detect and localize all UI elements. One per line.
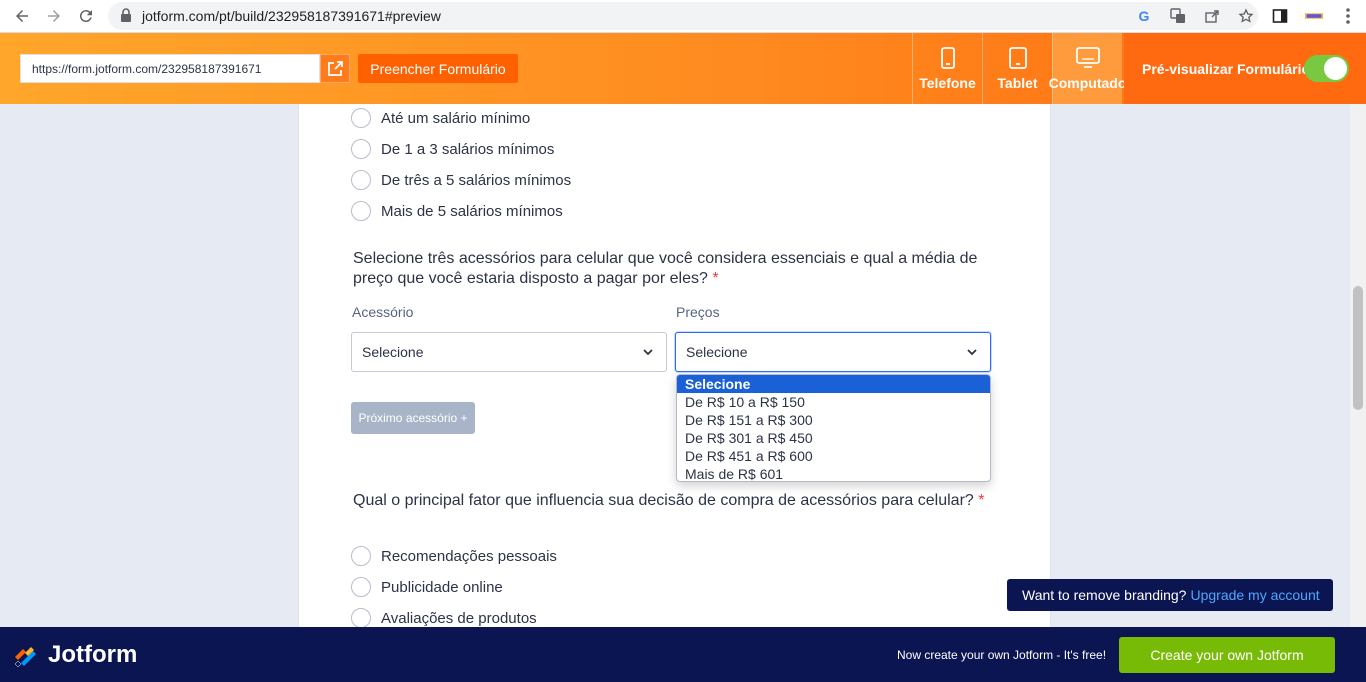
- phone-icon: [940, 47, 955, 69]
- radio-button[interactable]: [351, 546, 371, 566]
- income-option[interactable]: Mais de 5 salários mínimos: [351, 200, 563, 222]
- dropdown-option[interactable]: De R$ 301 a R$ 450: [677, 429, 990, 447]
- accessory-question: Selecione três acessórios para celular q…: [353, 249, 1003, 289]
- address-bar[interactable]: jotform.com/pt/build/232958187391671#pre…: [108, 2, 1258, 30]
- address-text: jotform.com/pt/build/232958187391671#pre…: [142, 8, 441, 24]
- device-tablet-button[interactable]: Tablet: [982, 33, 1052, 104]
- option-label: Mais de 5 salários mínimos: [381, 202, 563, 220]
- dropdown-option-selected[interactable]: Selecione: [677, 375, 990, 393]
- radio-button[interactable]: [351, 608, 371, 628]
- branding-text: Want to remove branding?: [1022, 587, 1187, 603]
- question-text: Qual o principal fator que influencia su…: [353, 492, 974, 509]
- chevron-down-icon: [643, 349, 653, 356]
- jotform-preview-toolbar: https://form.jotform.com/232958187391671…: [0, 33, 1366, 104]
- reload-icon: [79, 10, 92, 23]
- factor-option[interactable]: Recomendações pessoais: [351, 545, 557, 567]
- option-label: De 1 a 3 salários mínimos: [381, 140, 555, 158]
- logo-text: Jotform: [48, 641, 138, 668]
- jotform-logo[interactable]: Jotform: [12, 641, 137, 669]
- question-text: Selecione três acessórios para celular q…: [353, 250, 978, 287]
- toggle-knob: [1324, 57, 1347, 80]
- required-mark: *: [978, 492, 985, 509]
- chevron-down-icon: [967, 349, 977, 356]
- device-phone-label: Telefone: [919, 75, 976, 91]
- google-icon[interactable]: G: [1134, 6, 1154, 26]
- accessory-column-label: Acessório: [352, 304, 414, 320]
- option-label: De três a 5 salários mínimos: [381, 171, 572, 189]
- preview-label: Pré-visualizar Formulário: [1142, 60, 1311, 77]
- preview-toggle[interactable]: [1304, 55, 1349, 82]
- arrow-right-icon: [48, 10, 60, 22]
- price-select[interactable]: Selecione: [675, 332, 991, 372]
- factor-option[interactable]: Publicidade online: [351, 576, 503, 598]
- preview-toggle-area: Pré-visualizar Formulário: [1124, 33, 1366, 104]
- open-link-button[interactable]: [320, 54, 350, 83]
- remove-branding-banner: Want to remove branding? Upgrade my acco…: [1007, 579, 1333, 611]
- device-tablet-label: Tablet: [997, 75, 1038, 91]
- device-phone-button[interactable]: Telefone: [912, 33, 982, 104]
- share-icon[interactable]: [1202, 6, 1222, 26]
- reload-button[interactable]: [70, 0, 102, 32]
- jotform-logo-icon: [14, 647, 36, 668]
- dropdown-option[interactable]: De R$ 10 a R$ 150: [677, 393, 990, 411]
- browser-extensions: G: [1134, 0, 1358, 32]
- forward-button[interactable]: [38, 0, 70, 32]
- select-value: Selecione: [362, 344, 424, 360]
- upgrade-account-link[interactable]: Upgrade my account: [1190, 587, 1319, 603]
- menu-icon[interactable]: [1338, 6, 1358, 26]
- dropdown-option[interactable]: Mais de R$ 601: [677, 465, 990, 481]
- factor-option[interactable]: Avaliações de produtos: [351, 607, 537, 629]
- tablet-icon: [1008, 47, 1027, 69]
- extension-badge-icon[interactable]: [1304, 6, 1324, 26]
- footer-tagline: Now create your own Jotform - It's free!: [897, 648, 1107, 662]
- arrow-left-icon: [16, 10, 28, 22]
- form-url-field[interactable]: https://form.jotform.com/232958187391671: [20, 54, 320, 83]
- accessory-select[interactable]: Selecione: [351, 332, 667, 372]
- browser-toolbar: jotform.com/pt/build/232958187391671#pre…: [0, 0, 1366, 33]
- radio-button[interactable]: [351, 201, 371, 221]
- option-label: Recomendações pessoais: [381, 547, 557, 565]
- jotform-footer: Jotform Now create your own Jotform - It…: [0, 627, 1366, 682]
- option-label: Até um salário mínimo: [381, 109, 531, 127]
- translate-icon[interactable]: [1168, 6, 1188, 26]
- external-link-icon: [328, 60, 343, 76]
- radio-button[interactable]: [351, 577, 371, 597]
- monitor-icon: [1075, 47, 1100, 68]
- option-label: Publicidade online: [381, 578, 503, 596]
- radio-button[interactable]: [351, 139, 371, 159]
- page-scrollbar[interactable]: [1350, 104, 1366, 627]
- next-accessory-button[interactable]: Próximo acessório +: [351, 402, 475, 434]
- option-label: Avaliações de produtos: [381, 609, 537, 627]
- dropdown-option[interactable]: De R$ 151 a R$ 300: [677, 411, 990, 429]
- factor-question: Qual o principal fator que influencia su…: [353, 491, 1003, 511]
- income-option[interactable]: Até um salário mínimo: [351, 107, 530, 129]
- device-switcher: Telefone Tablet Computado: [912, 33, 1126, 104]
- dropdown-option[interactable]: De R$ 451 a R$ 600: [677, 447, 990, 465]
- radio-button[interactable]: [351, 108, 371, 128]
- fill-form-button[interactable]: Preencher Formulário: [358, 54, 518, 83]
- star-icon[interactable]: [1236, 6, 1256, 26]
- select-value: Selecione: [686, 344, 748, 360]
- form-card: Até um salário mínimo De 1 a 3 salários …: [298, 104, 1051, 629]
- back-button[interactable]: [6, 0, 38, 32]
- prices-column-label: Preços: [676, 304, 720, 320]
- lock-icon: [120, 7, 132, 25]
- device-desktop-button[interactable]: Computado: [1049, 33, 1126, 104]
- income-option[interactable]: De 1 a 3 salários mínimos: [351, 138, 554, 160]
- price-dropdown-list: Selecione De R$ 10 a R$ 150 De R$ 151 a …: [676, 374, 991, 482]
- required-mark: *: [712, 270, 719, 287]
- device-desktop-label: Computado: [1048, 75, 1127, 91]
- income-option[interactable]: De três a 5 salários mínimos: [351, 169, 571, 191]
- radio-button[interactable]: [351, 170, 371, 190]
- scroll-thumb[interactable]: [1353, 286, 1363, 410]
- create-jotform-button[interactable]: Create your own Jotform: [1119, 637, 1335, 673]
- sidebar-icon[interactable]: [1270, 6, 1290, 26]
